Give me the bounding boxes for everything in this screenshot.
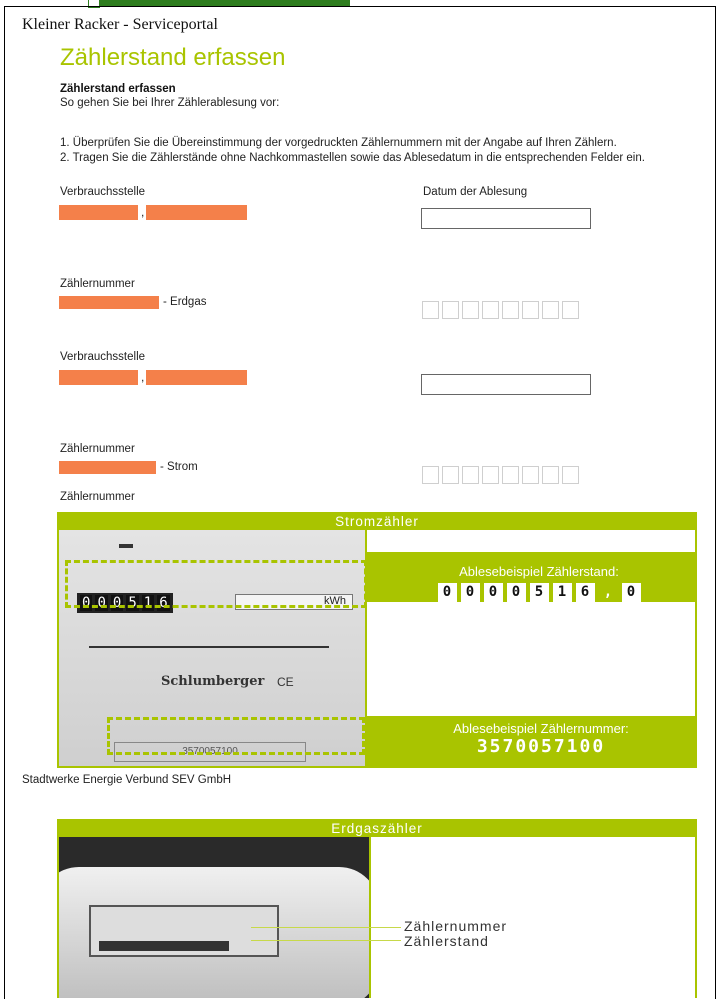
gas-panel-white-area: Zählernummer Zählerstand bbox=[251, 837, 695, 998]
digit-field[interactable] bbox=[562, 301, 579, 319]
strom-reading-digit-fields[interactable] bbox=[422, 466, 579, 484]
digit-field[interactable] bbox=[422, 301, 439, 319]
number-pointer-line bbox=[251, 927, 401, 928]
stromzaehler-panel: Stromzähler 000516 kWh Schlumberger CE 3… bbox=[57, 512, 697, 768]
redacted-address-street bbox=[59, 370, 138, 385]
reading-example-label: Ablesebeispiel Zählerstand: bbox=[459, 564, 619, 579]
number-example-box: Ablesebeispiel Zählernummer: 3570057100 bbox=[387, 718, 695, 762]
zaehlernummer-label-extra: Zählernummer bbox=[60, 491, 135, 503]
digit-field[interactable] bbox=[442, 301, 459, 319]
number-highlight-frame bbox=[107, 717, 365, 755]
reading-example-box: Ablesebeispiel Zählerstand: 0000516,0 bbox=[387, 560, 691, 602]
strom-verbrauchsstelle-label: Verbrauchsstelle bbox=[60, 351, 146, 363]
comma-separator: , bbox=[141, 370, 145, 384]
gas-zaehlernummer-label: Zählernummer bbox=[60, 278, 135, 290]
instruction-step-1: 1. Überprüfen Sie die Übereinstimmung de… bbox=[60, 137, 617, 149]
gas-meter-counter bbox=[99, 941, 229, 951]
digit-field[interactable] bbox=[462, 466, 479, 484]
digit-field[interactable] bbox=[502, 466, 519, 484]
digit-field[interactable] bbox=[482, 301, 499, 319]
meter-brand: Schlumberger bbox=[161, 674, 265, 689]
meter-screw bbox=[119, 544, 133, 548]
sub-heading: Zählerstand erfassen bbox=[60, 83, 176, 95]
number-example-label: Ablesebeispiel Zählernummer: bbox=[453, 721, 629, 736]
datum-label: Datum der Ablesung bbox=[423, 186, 528, 198]
ce-mark: CE bbox=[277, 675, 294, 689]
company-name: Stadtwerke Energie Verbund SEV GmbH bbox=[22, 774, 232, 786]
ablesedatum-input[interactable] bbox=[421, 208, 591, 229]
digit-field[interactable] bbox=[462, 301, 479, 319]
comma-separator: , bbox=[141, 205, 145, 219]
reading-example-digits: 0000516,0 bbox=[387, 583, 691, 602]
intro-text: So gehen Sie bei Ihrer Zählerablesung vo… bbox=[60, 97, 280, 109]
panel-white-strip bbox=[367, 530, 695, 552]
digit-field[interactable] bbox=[562, 466, 579, 484]
strom-zaehlernummer-label: Zählernummer bbox=[60, 443, 135, 455]
digit-field[interactable] bbox=[442, 466, 459, 484]
digit-field[interactable] bbox=[522, 466, 539, 484]
gas-reading-digit-fields[interactable] bbox=[422, 301, 579, 319]
redacted-address-street bbox=[59, 205, 138, 220]
number-example-value: 3570057100 bbox=[476, 736, 606, 757]
redacted-address-city bbox=[146, 205, 247, 220]
instruction-step-2: 2. Tragen Sie die Zählerstände ohne Nach… bbox=[60, 152, 645, 164]
portal-title: Kleiner Racker - Serviceportal bbox=[22, 16, 218, 33]
redacted-strom-meter-number bbox=[59, 461, 156, 474]
gas-verbrauchsstelle-label: Verbrauchsstelle bbox=[60, 186, 146, 198]
gas-number-label: Zählernummer bbox=[404, 918, 508, 934]
stromzaehler-title: Stromzähler bbox=[335, 514, 419, 529]
panel-white-area bbox=[367, 602, 695, 716]
reading-highlight-frame bbox=[65, 560, 367, 608]
reading-pointer-line bbox=[251, 940, 401, 941]
digit-field[interactable] bbox=[542, 466, 559, 484]
meter-arrow-line bbox=[89, 646, 329, 648]
digit-field[interactable] bbox=[542, 301, 559, 319]
gas-reading-label: Zählerstand bbox=[404, 933, 489, 949]
erdgaszaehler-title: Erdgaszähler bbox=[331, 821, 423, 836]
erdgaszaehler-panel: Erdgaszähler Zählernummer Zählerstand bbox=[57, 819, 697, 998]
digit-field[interactable] bbox=[522, 301, 539, 319]
strom-datum-input[interactable] bbox=[421, 374, 591, 395]
redacted-gas-meter-number bbox=[59, 296, 159, 309]
gas-type-label: - Erdgas bbox=[163, 296, 207, 308]
digit-field[interactable] bbox=[482, 466, 499, 484]
redacted-address-city bbox=[146, 370, 247, 385]
digit-field[interactable] bbox=[502, 301, 519, 319]
page-heading: Zählerstand erfassen bbox=[60, 44, 286, 71]
gas-meter-photo bbox=[59, 837, 369, 998]
digit-field[interactable] bbox=[422, 466, 439, 484]
strom-type-label: - Strom bbox=[160, 461, 198, 473]
